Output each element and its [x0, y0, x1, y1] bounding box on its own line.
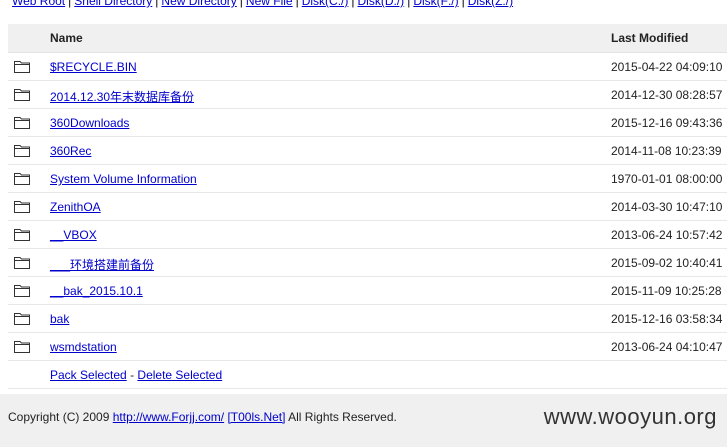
- last-modified-cell: 2015-12-16 09:43:36: [611, 116, 723, 130]
- column-header-name[interactable]: Name: [50, 31, 83, 45]
- nav-shell-directory[interactable]: Shell Directory: [74, 0, 152, 8]
- folder-icon: [14, 256, 30, 269]
- last-modified-cell: 2013-06-24 04:10:47: [611, 340, 723, 354]
- folder-link[interactable]: wsmdstation: [50, 340, 117, 354]
- folder-link[interactable]: __bak_2015.10.1: [50, 284, 143, 298]
- folder-icon: [14, 144, 30, 157]
- nav-disk-d[interactable]: Disk(D:/): [358, 0, 405, 8]
- nav-new-file[interactable]: New File: [246, 0, 293, 8]
- column-header-last-modified[interactable]: Last Modified: [611, 31, 688, 45]
- nav-separator: |: [239, 0, 243, 8]
- nav-disk-c[interactable]: Disk(C:/): [302, 0, 349, 8]
- folder-link[interactable]: 360Rec: [50, 144, 91, 158]
- table-row: System Volume Information 1970-01-01 08:0…: [8, 165, 727, 193]
- actions-separator: -: [130, 368, 135, 382]
- nav-separator: |: [461, 0, 465, 8]
- folder-link[interactable]: __VBOX: [50, 228, 97, 242]
- table-row: 360Rec 2014-11-08 10:23:39: [8, 137, 727, 165]
- last-modified-cell: 2015-11-09 10:25:28: [611, 284, 722, 298]
- last-modified-cell: 2013-06-24 10:57:42: [611, 228, 723, 242]
- watermark: www.wooyun.org: [543, 404, 717, 429]
- table-row: ZenithOA 2014-03-30 10:47:10: [8, 193, 727, 221]
- forjj-link[interactable]: http://www.Forjj.com/: [113, 410, 224, 424]
- table-body: $RECYCLE.BIN 2015-04-22 04:09:10 2014.12.3…: [8, 53, 727, 361]
- copyright-prefix: Copyright (C) 2009: [8, 410, 110, 424]
- folder-icon: [14, 312, 30, 325]
- folder-icon: [14, 284, 30, 297]
- top-navigation: Web Root | Shell Directory | New Directory | N…: [12, 0, 513, 8]
- nav-disk-f[interactable]: Disk(F:/): [413, 0, 458, 8]
- folder-icon: [14, 172, 30, 185]
- nav-web-root[interactable]: Web Root: [12, 0, 65, 8]
- table-row: ___环境搭建前备份 2015-09-02 10:40:41: [8, 249, 727, 277]
- folder-link[interactable]: bak: [50, 312, 69, 326]
- copyright-suffix: All Rights Reserved.: [288, 410, 397, 424]
- delete-selected-link[interactable]: Delete Selected: [137, 368, 222, 382]
- folder-link[interactable]: 2014.12.30年末数据库备份: [50, 88, 194, 105]
- folder-icon: [14, 116, 30, 129]
- nav-separator: |: [407, 0, 411, 8]
- folder-icon: [14, 88, 30, 101]
- nav-separator: |: [351, 0, 355, 8]
- last-modified-cell: 2014-11-08 10:23:39: [611, 144, 722, 158]
- last-modified-cell: 2015-04-22 04:09:10: [611, 60, 723, 74]
- folder-link[interactable]: System Volume Information: [50, 172, 197, 186]
- folder-icon: [14, 228, 30, 241]
- table-row: __VBOX 2013-06-24 10:57:42: [8, 221, 727, 249]
- table-row: wsmdstation 2013-06-24 04:10:47: [8, 333, 727, 361]
- folder-link[interactable]: 360Downloads: [50, 116, 129, 130]
- table-row: 2014.12.30年末数据库备份 2014-12-30 08:28:57: [8, 81, 727, 109]
- copyright-text: Copyright (C) 2009 http://www.Forjj.com/…: [8, 410, 397, 424]
- last-modified-cell: 1970-01-01 08:00:00: [611, 172, 723, 186]
- folder-icon: [14, 60, 30, 73]
- last-modified-cell: 2015-12-16 03:58:34: [611, 312, 723, 326]
- last-modified-cell: 2014-03-30 10:47:10: [611, 200, 723, 214]
- pack-selected-link[interactable]: Pack Selected: [50, 368, 127, 382]
- table-row: 360Downloads 2015-12-16 09:43:36: [8, 109, 727, 137]
- nav-disk-z[interactable]: Disk(Z:/): [468, 0, 513, 8]
- nav-separator: |: [295, 0, 299, 8]
- table-row: __bak_2015.10.1 2015-11-09 10:25:28: [8, 277, 727, 305]
- nav-separator: |: [155, 0, 159, 8]
- nav-separator: |: [68, 0, 72, 8]
- folder-link[interactable]: ___环境搭建前备份: [50, 256, 154, 273]
- nav-new-directory[interactable]: New Directory: [161, 0, 236, 8]
- t00ls-link[interactable]: [T00ls.Net]: [227, 410, 285, 424]
- table-header: Name Last Modified: [8, 24, 727, 53]
- folder-icon: [14, 200, 30, 213]
- bulk-actions-links: Pack Selected - Delete Selected: [50, 368, 222, 382]
- file-table: Name Last Modified $RECYCLE.BIN 2015-04-2…: [8, 24, 727, 389]
- table-row: bak 2015-12-16 03:58:34: [8, 305, 727, 333]
- table-row: $RECYCLE.BIN 2015-04-22 04:09:10: [8, 53, 727, 81]
- bulk-actions: Pack Selected - Delete Selected: [8, 361, 727, 389]
- last-modified-cell: 2014-12-30 08:28:57: [611, 88, 723, 102]
- folder-link[interactable]: ZenithOA: [50, 200, 101, 214]
- folder-icon: [14, 340, 30, 353]
- folder-link[interactable]: $RECYCLE.BIN: [50, 60, 137, 74]
- last-modified-cell: 2015-09-02 10:40:41: [611, 256, 723, 270]
- footer: Copyright (C) 2009 http://www.Forjj.com/…: [0, 394, 727, 447]
